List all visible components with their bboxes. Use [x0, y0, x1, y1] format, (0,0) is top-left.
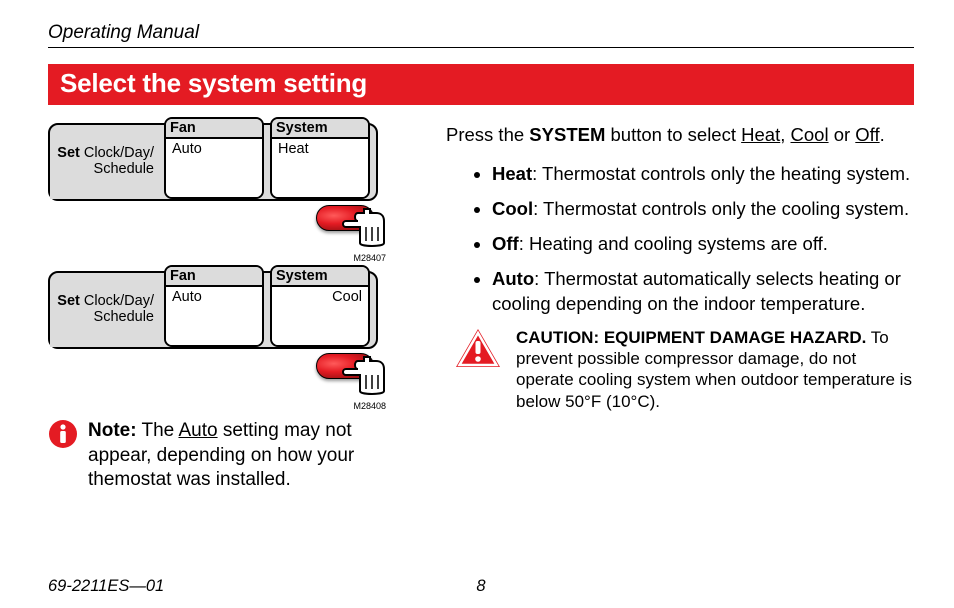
fan-segment: Fan Auto	[164, 265, 264, 347]
doc-number: 69-2211ES—01	[48, 577, 164, 596]
system-label: System	[272, 119, 368, 139]
fan-label: Fan	[166, 119, 262, 139]
system-value: Cool	[272, 287, 368, 345]
thermostat-panel-heat: Set Clock/Day/ Schedule Fan Auto System …	[48, 123, 418, 263]
page-header: Operating Manual	[48, 22, 914, 48]
system-label: System	[272, 267, 368, 287]
warning-icon	[454, 327, 502, 369]
page-number: 8	[476, 577, 485, 596]
section-title: Select the system setting	[48, 64, 914, 105]
set-segment: Set Clock/Day/ Schedule	[50, 287, 160, 347]
intro-text: Press the SYSTEM button to select Heat, …	[446, 123, 914, 148]
note-block: Note: The Auto setting may not appear, d…	[48, 419, 418, 493]
caution-block: CAUTION: EQUIPMENT DAMAGE HAZARD. To pre…	[446, 327, 914, 412]
note-label: Note:	[88, 420, 137, 441]
system-segment: System Heat	[270, 117, 370, 199]
pointing-hand-icon	[340, 355, 394, 397]
mode-list: Heat: Thermostat controls only the heati…	[446, 162, 914, 317]
pointing-hand-icon	[340, 207, 394, 249]
list-item: Heat: Thermostat controls only the heati…	[492, 162, 914, 187]
fan-segment: Fan Auto	[164, 117, 264, 199]
list-item: Auto: Thermostat automatically selects h…	[492, 267, 914, 317]
system-segment: System Cool	[270, 265, 370, 347]
header-text: Operating Manual	[48, 22, 199, 43]
set-segment: Set Clock/Day/ Schedule	[50, 139, 160, 199]
system-value: Heat	[272, 139, 368, 197]
page-footer: 69-2211ES—01 8	[48, 577, 914, 596]
thermostat-panel-cool: Set Clock/Day/ Schedule Fan Auto System …	[48, 271, 418, 411]
list-item: Off: Heating and cooling systems are off…	[492, 232, 914, 257]
fan-value: Auto	[166, 139, 262, 197]
fan-value: Auto	[166, 287, 262, 345]
list-item: Cool: Thermostat controls only the cooli…	[492, 197, 914, 222]
info-icon	[48, 419, 78, 449]
fan-label: Fan	[166, 267, 262, 287]
